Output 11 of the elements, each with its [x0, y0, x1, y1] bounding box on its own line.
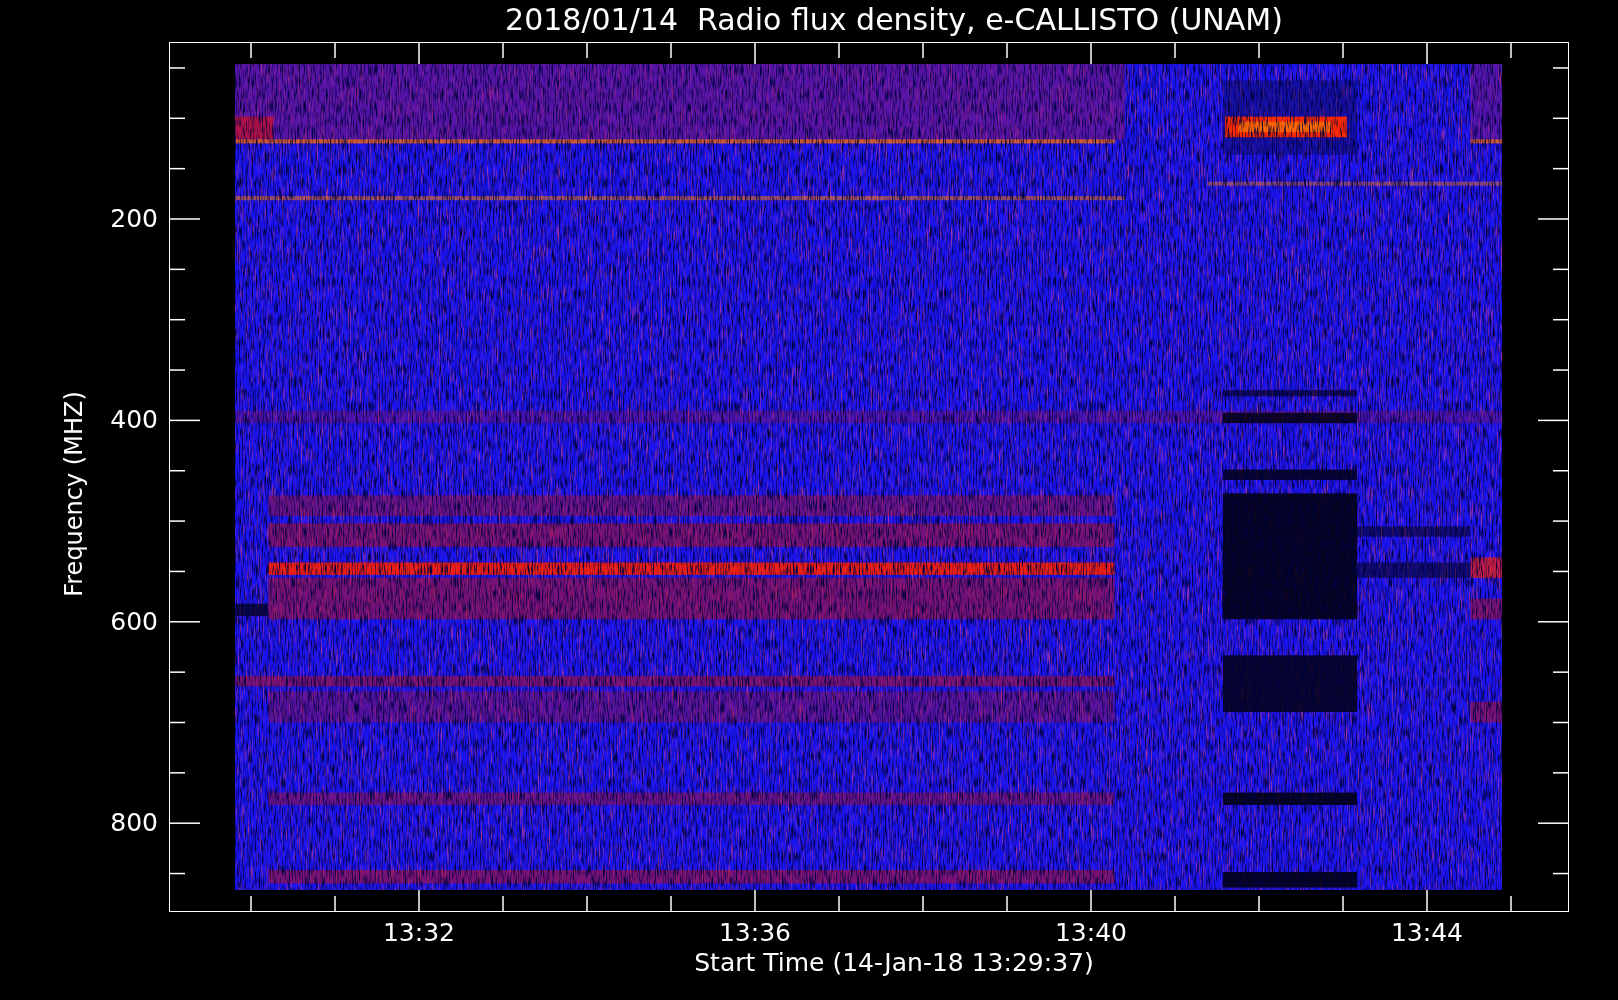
x-tick-label: 13:32: [381, 919, 456, 947]
y-tick-label: 400: [110, 406, 158, 435]
y-tick-label: 600: [110, 607, 158, 636]
x-tick-label: 13:36: [717, 919, 792, 947]
y-axis-label: Frequency (MHZ): [60, 391, 88, 597]
plot-title: 2018/01/14 Radio flux density, e-CALLISTO (UNAM): [505, 2, 1283, 37]
x-tick-label: 13:44: [1389, 919, 1464, 947]
x-tick-label: 13:40: [1053, 919, 1128, 947]
y-tick-label: 800: [110, 809, 158, 838]
y-tick-label: 200: [110, 205, 158, 233]
x-axis-label: Start Time (14-Jan-18 13:29:37): [694, 949, 1094, 977]
